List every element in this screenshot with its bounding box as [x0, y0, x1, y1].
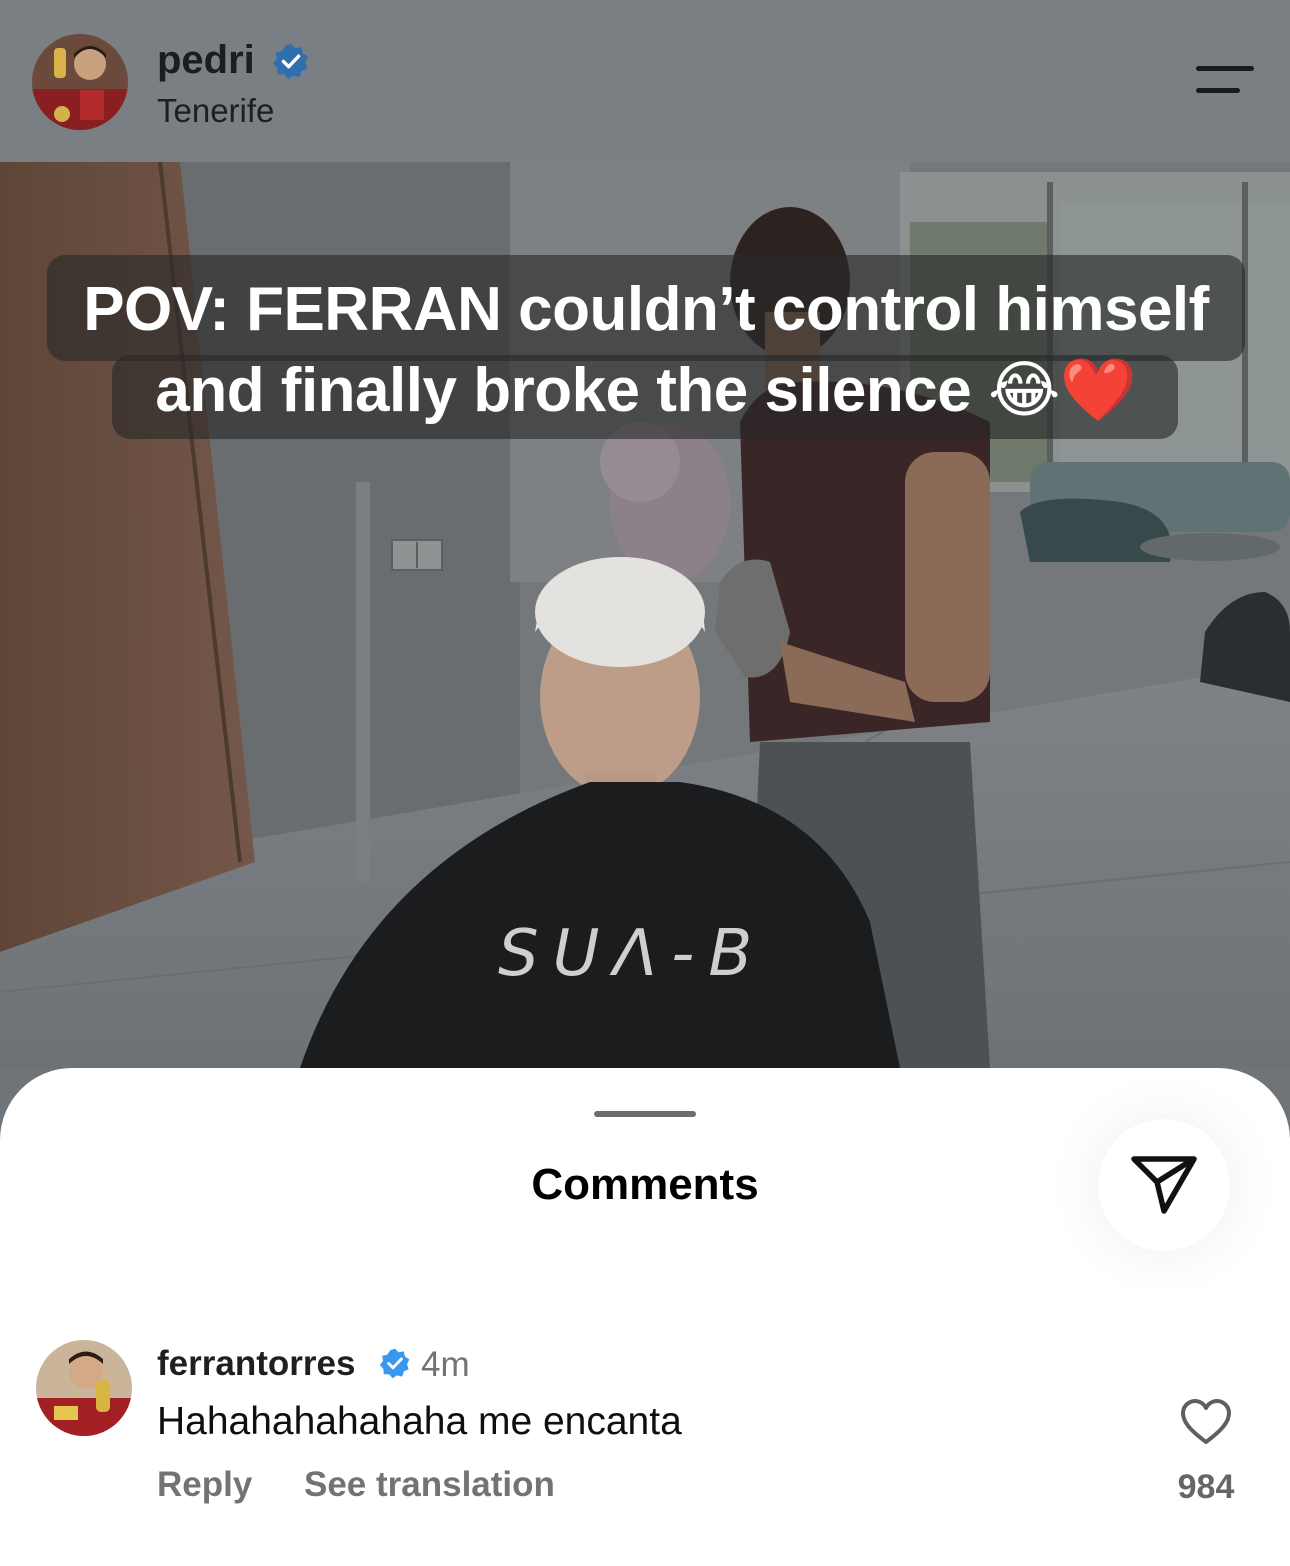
- caption-emojis: 😂❤️: [987, 353, 1137, 426]
- post-username[interactable]: pedri: [157, 38, 255, 83]
- cape-logo-text: SUΛ-B: [498, 917, 767, 991]
- post-caption: POV: FERRAN couldn’t control himself and…: [47, 270, 1245, 431]
- sheet-drag-handle[interactable]: [594, 1111, 696, 1117]
- send-icon: [1131, 1156, 1197, 1214]
- comment-username[interactable]: ferrantorres: [157, 1344, 355, 1384]
- comments-title: Comments: [531, 1160, 759, 1209]
- caption-line-2: and finally broke the silence: [155, 356, 972, 425]
- comment-timestamp: 4m: [421, 1345, 470, 1384]
- see-translation-button[interactable]: See translation: [304, 1465, 555, 1505]
- heart-outline-icon[interactable]: [1180, 1398, 1232, 1446]
- verified-badge-icon: [379, 1348, 410, 1379]
- post-location[interactable]: Tenerife: [157, 92, 274, 130]
- commenter-photo-icon: [36, 1340, 132, 1436]
- like-count: 984: [1177, 1468, 1235, 1506]
- caption-line-2-wrap: and finally broke the silence 😂❤️: [47, 350, 1245, 431]
- reply-button[interactable]: Reply: [157, 1465, 252, 1505]
- comment-text: Hahahahahahaha me encanta: [157, 1400, 682, 1443]
- comment-avatar[interactable]: [36, 1340, 132, 1436]
- profile-photo-icon: [32, 34, 128, 130]
- share-button[interactable]: [1098, 1119, 1230, 1251]
- caption-line-1: POV: FERRAN couldn’t control himself: [83, 275, 1209, 344]
- verified-badge-icon: [272, 43, 309, 80]
- profile-avatar[interactable]: [32, 34, 128, 130]
- post-header: pedri Tenerife: [0, 0, 1290, 162]
- menu-icon[interactable]: [1188, 62, 1258, 102]
